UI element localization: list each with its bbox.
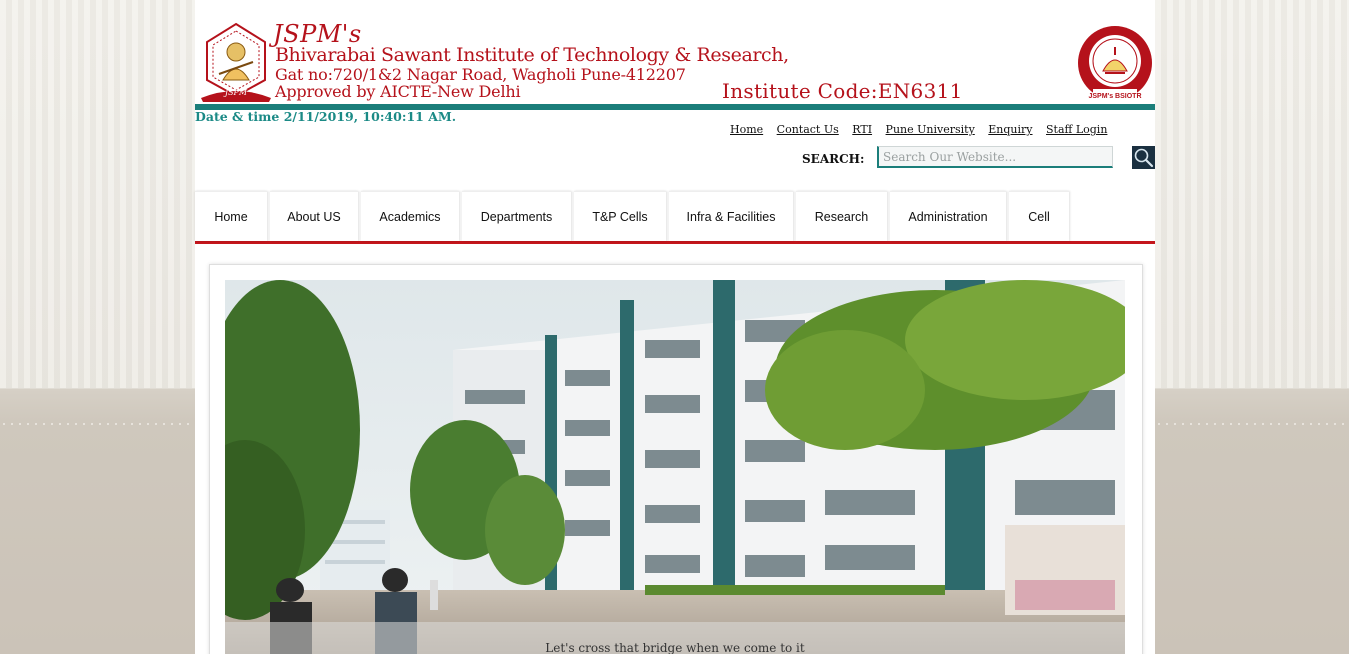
header-banner: JSPM JSPM's Bhivarabai Sawant Institute … <box>195 0 1155 104</box>
nav-item-label: Academics <box>379 209 441 224</box>
nav-item-label: Research <box>814 209 869 224</box>
nav-item-cell[interactable]: Cell <box>1009 191 1069 241</box>
campus-building-photo <box>225 280 1125 654</box>
nav-item-label: T&P Cells <box>592 209 648 224</box>
top-link-rti[interactable]: RTI <box>852 123 872 136</box>
institute-name: Bhivarabai Sawant Institute of Technolog… <box>275 44 789 66</box>
institute-approval: Approved by AICTE-New Delhi <box>275 82 521 101</box>
nav-item-tp-cells[interactable]: T&P Cells <box>574 191 666 241</box>
background-dots-left <box>0 423 195 425</box>
top-link-staff-login[interactable]: Staff Login <box>1046 123 1107 136</box>
nav-item-home[interactable]: Home <box>195 191 267 241</box>
nav-item-administration[interactable]: Administration <box>890 191 1006 241</box>
right-logo-label: JSPM's BSIOTR <box>1088 93 1141 100</box>
nav-item-label: Departments <box>480 209 553 224</box>
nav-item-label: Cell <box>1028 209 1050 224</box>
nav-item-infra-facilities[interactable]: Infra & Facilities <box>669 191 793 241</box>
nav-item-label: Administration <box>908 209 988 224</box>
jspm-saraswati-logo-icon[interactable]: JSPM <box>199 22 273 102</box>
search-label: SEARCH: <box>802 152 865 166</box>
top-link-pune-university[interactable]: Pune University <box>886 123 975 136</box>
nav-item-departments[interactable]: Departments <box>462 191 571 241</box>
datetime-display: Date & time 2/11/2019, 10:40:11 AM. <box>195 109 457 124</box>
nav-item-academics[interactable]: Academics <box>361 191 459 241</box>
left-logo-label: JSPM <box>223 88 248 97</box>
search-icon <box>1134 148 1154 168</box>
page-container: JSPM JSPM's Bhivarabai Sawant Institute … <box>195 0 1155 654</box>
top-links: Home Contact Us RTI Pune University Enqu… <box>730 123 1117 136</box>
search-input[interactable] <box>877 146 1113 168</box>
image-slider[interactable]: Let's cross that bridge when we come to … <box>225 280 1125 654</box>
bsiotr-emblem-icon[interactable]: JSPM's BSIOTR <box>1075 25 1155 103</box>
background-pattern-right <box>1155 0 1349 388</box>
slider-caption: Let's cross that bridge when we come to … <box>545 641 805 654</box>
top-link-contact-us[interactable]: Contact Us <box>777 123 839 136</box>
background-dots-right <box>1155 423 1349 425</box>
nav-item-research[interactable]: Research <box>796 191 887 241</box>
nav-item-label: About US <box>287 209 341 224</box>
nav-item-about-us[interactable]: About US <box>270 191 358 241</box>
institute-code: Institute Code:EN6311 <box>722 79 963 103</box>
nav-item-label: Home <box>214 209 248 224</box>
main-navigation: Home About US Academics Departments T&P … <box>195 191 1155 244</box>
background-pattern-left <box>0 0 195 388</box>
top-link-home[interactable]: Home <box>730 123 763 136</box>
top-link-enquiry[interactable]: Enquiry <box>988 123 1032 136</box>
nav-item-label: Infra & Facilities <box>686 209 776 224</box>
search-button[interactable] <box>1132 146 1155 169</box>
